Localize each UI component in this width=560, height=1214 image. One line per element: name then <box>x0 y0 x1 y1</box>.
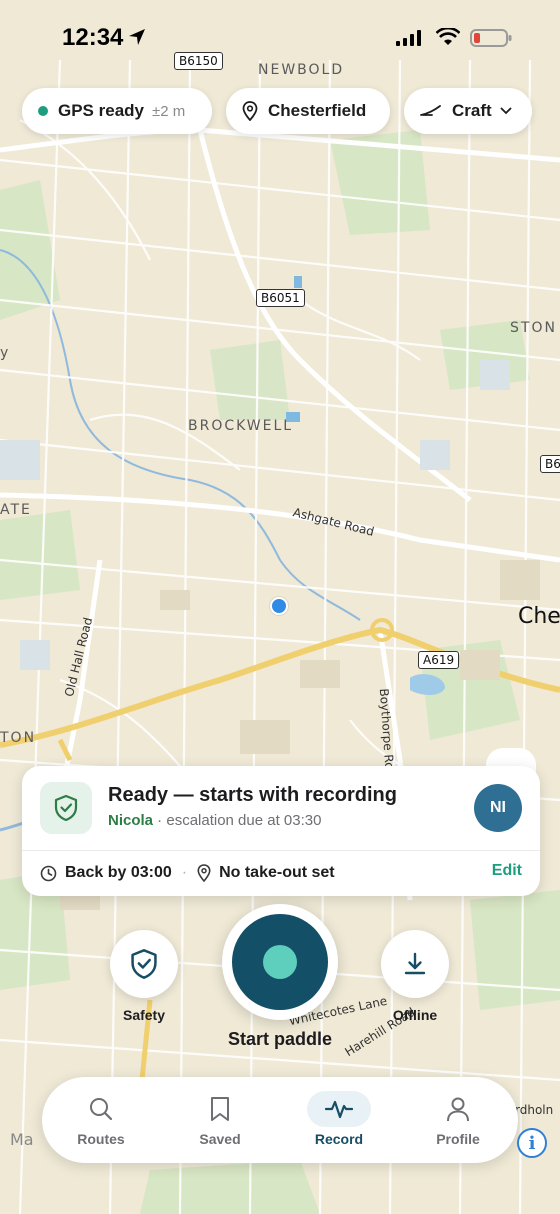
road-label: rdholn <box>515 1103 554 1117</box>
escalation-detail: · escalation due at 03:30 <box>153 812 322 829</box>
safety-status-card[interactable]: Ready — starts with recording Nicola · e… <box>22 766 540 896</box>
tab-saved-label: Saved <box>199 1131 241 1147</box>
back-by-time: Back by 03:00 <box>65 864 172 881</box>
tab-record[interactable]: Record <box>294 1091 384 1151</box>
gps-status-pill[interactable]: GPS ready ±2 m <box>22 88 212 134</box>
start-paddle-label: Start paddle <box>227 1029 333 1049</box>
paddle-craft-icon <box>420 105 441 116</box>
shield-check-icon <box>54 794 78 822</box>
safety-contact-name: Nicola <box>108 812 154 829</box>
safety-button[interactable] <box>110 930 178 998</box>
start-paddle-button[interactable] <box>222 904 338 1020</box>
takeout-status: No take-out set <box>219 864 335 881</box>
bookmark-icon <box>188 1091 252 1127</box>
place-label-edge: y <box>0 345 11 361</box>
safety-button-label: Safety <box>122 1007 166 1023</box>
battery-icon <box>470 28 512 53</box>
offline-button-label: Offline <box>392 1007 438 1023</box>
search-icon <box>69 1091 133 1127</box>
map-pin-icon <box>197 864 211 882</box>
person-icon <box>426 1091 490 1127</box>
contact-avatar[interactable]: NI <box>474 784 522 832</box>
gps-dot-icon <box>38 106 48 116</box>
tab-routes[interactable]: Routes <box>56 1091 146 1151</box>
place-label-ston: STON <box>510 320 557 336</box>
info-icon: i <box>528 1132 536 1154</box>
download-icon <box>404 952 426 975</box>
maps-attribution: Ma <box>10 1130 34 1149</box>
place-label-ton: TON <box>0 730 37 746</box>
current-location-dot <box>270 597 288 615</box>
safety-card-subtitle: Nicola · escalation due at 03:30 <box>108 812 321 829</box>
road-shield: A619 <box>418 651 460 669</box>
edit-safety-button[interactable]: Edit <box>492 862 522 880</box>
location-arrow-icon <box>128 28 146 51</box>
safety-card-footer: Back by 03:00 · No take-out set <box>40 862 335 884</box>
location-label: Chesterfield <box>268 101 367 120</box>
chevron-down-icon <box>500 107 512 115</box>
shield-check-icon <box>131 949 157 979</box>
location-pill[interactable]: Chesterfield <box>226 88 390 134</box>
clock-icon <box>40 865 57 881</box>
gps-status-label: GPS ready <box>58 101 144 120</box>
cellular-signal-icon <box>396 30 422 51</box>
craft-selector-pill[interactable]: Craft <box>404 88 532 134</box>
tab-record-label: Record <box>314 1131 364 1147</box>
status-bar: 12:34 <box>0 22 560 56</box>
gps-accuracy: ±2 m <box>152 102 186 120</box>
road-shield: B6051 <box>256 289 305 307</box>
road-shield: B6 <box>540 455 560 473</box>
divider <box>22 850 540 851</box>
safety-shield-badge <box>40 782 92 834</box>
activity-pulse-icon <box>307 1091 371 1127</box>
bottom-tab-bar: Routes Saved Record Profile <box>42 1077 518 1163</box>
offline-button[interactable] <box>381 930 449 998</box>
tab-routes-label: Routes <box>77 1131 125 1147</box>
tab-saved[interactable]: Saved <box>175 1091 265 1151</box>
map-pin-icon <box>242 101 258 121</box>
place-label-brockwell: BROCKWELL <box>188 418 294 434</box>
record-dot-icon <box>263 945 297 979</box>
tab-profile-label: Profile <box>436 1131 480 1147</box>
safety-card-title: Ready — starts with recording <box>108 784 397 806</box>
city-label: Che <box>518 604 560 629</box>
tab-profile[interactable]: Profile <box>413 1091 503 1151</box>
craft-label: Craft <box>452 101 492 120</box>
place-label-ate: ATE <box>0 502 32 518</box>
wifi-icon <box>435 26 461 51</box>
map-info-button[interactable]: i <box>517 1128 547 1158</box>
record-button-ring <box>232 914 328 1010</box>
separator-dot: · <box>181 864 188 881</box>
status-time: 12:34 <box>62 24 124 51</box>
place-label-newbold: NEWBOLD <box>258 62 345 78</box>
